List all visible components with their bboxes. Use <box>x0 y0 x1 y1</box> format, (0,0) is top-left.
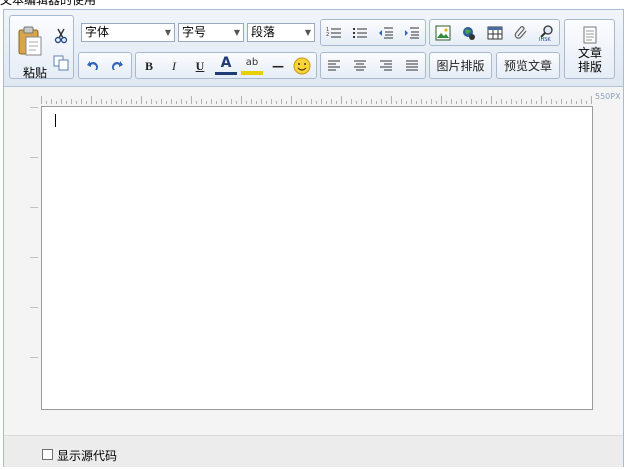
paste-icon[interactable] <box>14 24 46 58</box>
horizontal-rule-button[interactable]: — <box>267 55 289 77</box>
align-center-icon[interactable] <box>349 55 371 77</box>
media-icon[interactable] <box>458 22 480 44</box>
text-cursor <box>55 114 56 127</box>
italic-button[interactable]: I <box>163 55 185 77</box>
align-justify-icon[interactable] <box>401 55 423 77</box>
undo-icon[interactable] <box>82 55 104 77</box>
text-format-group: B I U A ab — <box>135 52 317 79</box>
outdent-icon[interactable] <box>375 22 397 44</box>
page-caption: 文本编辑器的使用 <box>0 0 97 7</box>
clipboard-group: 粘贴 <box>9 15 74 81</box>
paragraph-value: 段落 <box>251 25 276 39</box>
show-source-label[interactable]: 显示源代码 <box>57 447 117 464</box>
indent-icon[interactable] <box>401 22 423 44</box>
page-width-label: 550PX <box>595 92 621 101</box>
article-layout-group[interactable]: 文章排版 <box>564 19 615 79</box>
copy-icon[interactable] <box>50 52 72 74</box>
rich-text-editor: 粘贴 字体 ▼ 字号 ▼ 段落 ▼ B I U A ab — 1 2 IHSK … <box>3 9 624 467</box>
document-icon <box>579 24 601 46</box>
paste-button-label[interactable]: 粘贴 <box>23 64 47 81</box>
table-icon[interactable] <box>484 22 506 44</box>
ordered-list-icon[interactable]: 12 <box>323 22 345 44</box>
emoticon-icon[interactable] <box>291 55 313 77</box>
svg-text:IHSK: IHSK <box>539 37 551 42</box>
list-indent-group: 12 <box>320 19 426 46</box>
vertical-ruler <box>30 107 38 358</box>
font-size-value: 字号 <box>182 25 207 39</box>
preview-article-button[interactable]: 预览文章 <box>496 52 560 79</box>
align-group <box>320 52 426 79</box>
article-layout-label: 文章排版 <box>577 46 602 74</box>
svg-text:2: 2 <box>326 32 329 38</box>
show-source-checkbox[interactable] <box>42 449 53 460</box>
align-right-icon[interactable] <box>375 55 397 77</box>
font-color-button[interactable]: A <box>215 54 237 75</box>
cut-icon[interactable] <box>50 25 72 47</box>
chevron-down-icon: ▼ <box>304 28 311 37</box>
insert-group: IHSK <box>429 19 560 46</box>
image-icon[interactable] <box>432 22 454 44</box>
font-size-select[interactable]: 字号 ▼ <box>178 23 244 42</box>
paragraph-select[interactable]: 段落 ▼ <box>247 23 315 42</box>
image-layout-button[interactable]: 图片排版 <box>429 52 492 79</box>
search-icon[interactable]: IHSK <box>536 22 558 44</box>
font-family-value: 字体 <box>85 25 110 39</box>
bold-button[interactable]: B <box>138 55 160 77</box>
editor-content-area[interactable] <box>41 106 593 410</box>
horizontal-ruler <box>41 96 592 104</box>
chevron-down-icon: ▼ <box>233 28 240 37</box>
highlight-color-button[interactable]: ab <box>241 54 263 75</box>
attachment-icon[interactable] <box>510 22 532 44</box>
redo-icon[interactable] <box>106 55 128 77</box>
font-family-select[interactable]: 字体 ▼ <box>81 23 175 42</box>
editor-toolbar: 粘贴 字体 ▼ 字号 ▼ 段落 ▼ B I U A ab — 1 2 IHSK … <box>4 10 623 87</box>
align-left-icon[interactable] <box>323 55 345 77</box>
editor-footer: 显示源代码 <box>4 435 623 467</box>
underline-button[interactable]: U <box>189 55 211 77</box>
history-group <box>78 52 132 79</box>
chevron-down-icon: ▼ <box>164 28 171 37</box>
unordered-list-icon[interactable] <box>349 22 371 44</box>
editor-work-area: 550PX <box>4 87 623 435</box>
